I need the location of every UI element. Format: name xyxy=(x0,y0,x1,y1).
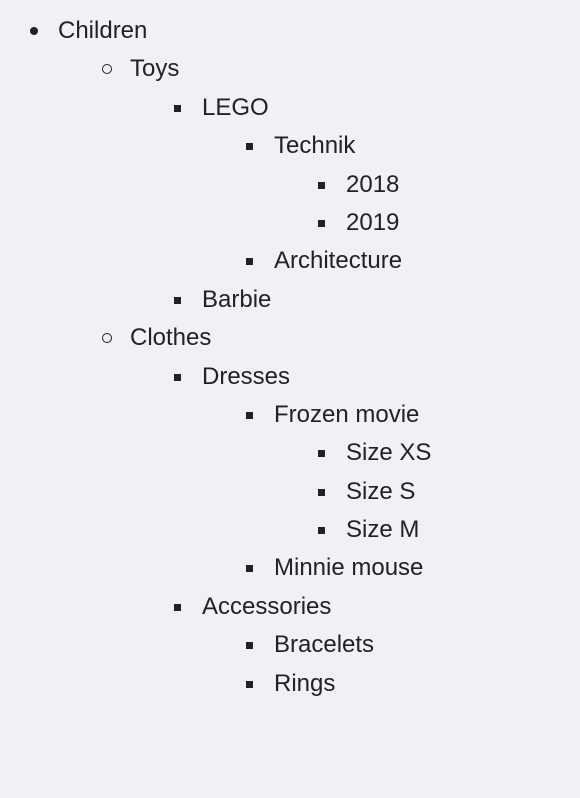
tree-node: Toys LEGO Technik 2018 xyxy=(102,50,580,319)
tree-node-label: Toys xyxy=(130,55,179,82)
tree-node: Dresses Frozen movie Size XS Size S xyxy=(174,358,580,588)
tree-children: Dresses Frozen movie Size XS Size S xyxy=(130,358,580,704)
tree-node-label: Size XS xyxy=(346,439,431,466)
tree-node: Size M xyxy=(318,511,580,549)
tree-node-label: Accessories xyxy=(202,593,331,620)
tree-node: Size S xyxy=(318,473,580,511)
tree-node-label: 2018 xyxy=(346,171,399,198)
tree-node-label: Technik xyxy=(274,132,355,159)
tree-node: Rings xyxy=(246,665,580,703)
tree-node-label: Children xyxy=(58,17,147,44)
tree-node-label: Rings xyxy=(274,670,335,697)
tree-children: Frozen movie Size XS Size S xyxy=(202,396,580,588)
category-tree: Children Toys LEGO Technik 2018 xyxy=(30,12,580,703)
tree-node: Technik 2018 2019 xyxy=(246,127,580,242)
tree-node: Clothes Dresses Frozen movie Size XS xyxy=(102,319,580,703)
tree-node: Minnie mouse xyxy=(246,549,580,587)
tree-node-label: Architecture xyxy=(274,247,402,274)
tree-node: Frozen movie Size XS Size S xyxy=(246,396,580,550)
tree-node-label: 2019 xyxy=(346,209,399,236)
tree-children: Bracelets Rings xyxy=(202,626,580,703)
tree-node-label: Size M xyxy=(346,516,419,543)
tree-children: 2018 2019 xyxy=(274,166,580,243)
tree-node: Bracelets xyxy=(246,626,580,664)
tree-node-label: Clothes xyxy=(130,324,211,351)
tree-children: Technik 2018 2019 xyxy=(202,127,580,281)
tree-node-label: Bracelets xyxy=(274,631,374,658)
tree-children: LEGO Technik 2018 2019 xyxy=(130,89,580,319)
tree-children: Toys LEGO Technik 2018 xyxy=(58,50,580,703)
tree-node: Children Toys LEGO Technik 2018 xyxy=(30,12,580,703)
tree-node: Barbie xyxy=(174,281,580,319)
tree-children: Size XS Size S Size M xyxy=(274,434,580,549)
tree-node: Architecture xyxy=(246,242,580,280)
tree-node: LEGO Technik 2018 2019 xyxy=(174,89,580,281)
tree-node-label: Dresses xyxy=(202,363,290,390)
tree-node-label: Minnie mouse xyxy=(274,554,423,581)
tree-node: 2018 xyxy=(318,166,580,204)
tree-node-label: Frozen movie xyxy=(274,401,419,428)
tree-node-label: Size S xyxy=(346,478,415,505)
tree-node: 2019 xyxy=(318,204,580,242)
tree-node-label: Barbie xyxy=(202,286,271,313)
tree-node-label: LEGO xyxy=(202,94,269,121)
tree-node: Accessories Bracelets Rings xyxy=(174,588,580,703)
tree-node: Size XS xyxy=(318,434,580,472)
